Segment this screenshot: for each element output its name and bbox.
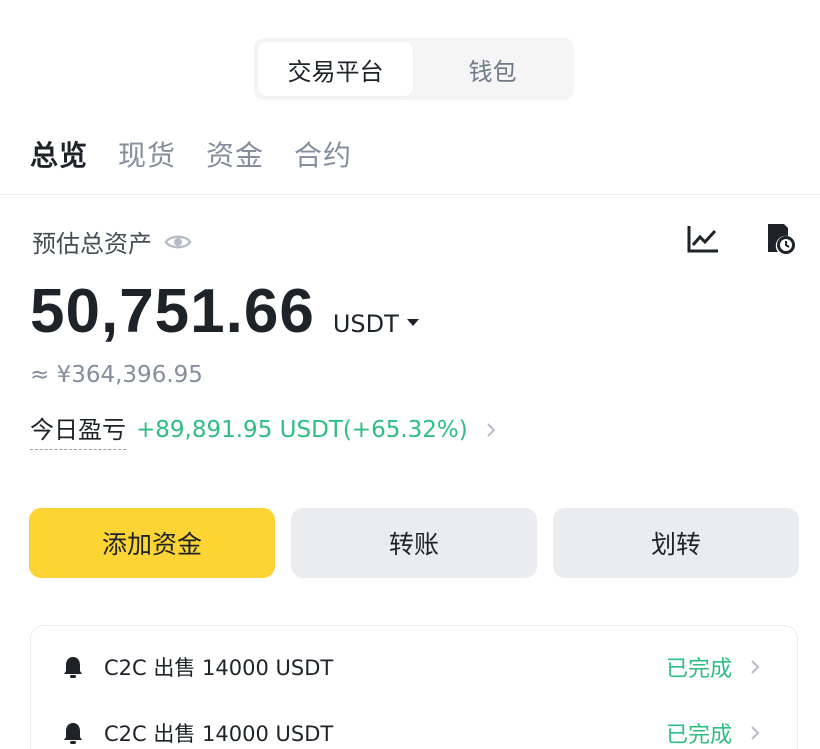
cny-equivalent: ≈ ¥364,396.95	[30, 362, 203, 388]
tab-futures[interactable]: 合约	[294, 134, 352, 174]
currency-selector[interactable]: USDT	[333, 310, 419, 338]
line-chart-icon[interactable]	[686, 224, 720, 254]
tabs-divider	[0, 194, 820, 195]
order-description: C2C 出售 14000 USDT	[104, 722, 334, 746]
account-segment-control: 交易平台 钱包	[254, 38, 574, 100]
chevron-right-icon	[751, 660, 760, 674]
caret-down-icon	[406, 318, 419, 326]
internal-transfer-button[interactable]: 划转	[553, 508, 799, 578]
order-status: 已完成	[666, 723, 733, 748]
transfer-button[interactable]: 转账	[291, 508, 537, 578]
list-item[interactable]: C2C 出售 14000 USDT 已完成	[30, 713, 798, 749]
order-description: C2C 出售 14000 USDT	[104, 656, 334, 680]
segment-exchange[interactable]: 交易平台	[258, 42, 413, 96]
wallet-tabs: 总览 现货 资金 合约	[30, 134, 382, 174]
chevron-right-icon	[751, 726, 760, 740]
total-balance: 50,751.66	[30, 277, 315, 346]
pnl-value: +89,891.95 USDT(+65.32%)	[136, 417, 468, 443]
add-funds-button[interactable]: 添加资金	[29, 508, 275, 578]
eye-icon[interactable]	[164, 232, 192, 252]
list-item[interactable]: C2C 出售 14000 USDT 已完成	[30, 647, 798, 687]
history-icon[interactable]	[764, 222, 796, 256]
currency-label: USDT	[332, 310, 399, 338]
estimated-assets-label: 预估总资产	[32, 224, 192, 259]
bell-icon	[64, 723, 82, 744]
bell-icon	[64, 657, 82, 678]
tab-overview[interactable]: 总览	[30, 134, 88, 174]
tab-funding[interactable]: 资金	[206, 134, 264, 174]
tab-spot[interactable]: 现货	[118, 134, 176, 174]
order-status: 已完成	[666, 657, 733, 682]
balance-row: 50,751.66 USDT	[30, 276, 419, 347]
estimated-assets-text: 预估总资产	[32, 230, 152, 258]
todays-pnl-row[interactable]: 今日盈亏 +89,891.95 USDT(+65.32%)	[30, 410, 496, 450]
segment-wallet[interactable]: 钱包	[415, 42, 570, 96]
pnl-label: 今日盈亏	[30, 410, 126, 450]
chevron-right-icon	[487, 423, 496, 437]
